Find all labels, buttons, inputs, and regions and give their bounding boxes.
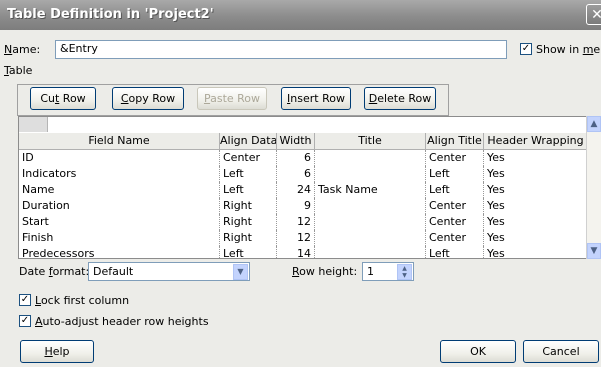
field-grid[interactable]: Field Name Align Data Width Title Align …	[18, 116, 587, 259]
table-label: Table	[4, 64, 33, 77]
header-header-wrapping[interactable]: Header Wrapping	[484, 133, 586, 150]
cell-width[interactable]: 6	[277, 166, 315, 182]
date-format-value: Default	[93, 265, 134, 278]
paste-row-button[interactable]: Paste Row	[197, 87, 267, 110]
table-definition-dialog: Table Definition in 'Project2' ✕ Name: &…	[0, 0, 601, 367]
cell-align-title[interactable]: Left	[426, 166, 484, 182]
cell-field-name[interactable]: Predecessors	[19, 246, 220, 258]
copy-row-button[interactable]: Copy Row	[112, 87, 184, 110]
name-input[interactable]: &Entry	[55, 40, 507, 59]
cell-field-name[interactable]: ID	[19, 150, 220, 166]
delete-row-button[interactable]: Delete Row	[364, 87, 436, 110]
cell-header-wrapping[interactable]: Yes	[484, 230, 586, 246]
cell-width[interactable]: 12	[277, 230, 315, 246]
grid-edit-row[interactable]	[19, 117, 586, 134]
cell-title[interactable]	[315, 198, 426, 214]
show-in-menu-label: Show in menu	[536, 43, 601, 56]
insert-row-button[interactable]: Insert Row	[281, 87, 351, 110]
auto-adjust-checkbox[interactable]: ✓	[19, 315, 31, 327]
help-button[interactable]: Help	[20, 340, 94, 363]
cell-title[interactable]: Task Name	[315, 182, 426, 198]
show-in-menu-checkbox[interactable]: ✓	[520, 43, 532, 55]
cell-field-name[interactable]: Duration	[19, 198, 220, 214]
cell-title[interactable]	[315, 214, 426, 230]
header-field-name[interactable]: Field Name	[19, 133, 220, 150]
header-align-data[interactable]: Align Data	[220, 133, 277, 150]
date-format-label: Date format:	[19, 265, 90, 278]
cell-align-data[interactable]: Left	[220, 246, 277, 258]
cell-width[interactable]: 9	[277, 198, 315, 214]
cell-align-title[interactable]: Center	[426, 214, 484, 230]
cell-align-title[interactable]: Center	[426, 230, 484, 246]
cell-title[interactable]	[315, 230, 426, 246]
grid-vertical-scrollbar[interactable]: ▲ ▼	[586, 116, 601, 259]
ok-button[interactable]: OK	[440, 340, 516, 363]
cell-header-wrapping[interactable]: Yes	[484, 198, 586, 214]
row-height-label: Row height:	[292, 265, 358, 278]
window-title: Table Definition in 'Project2'	[7, 7, 214, 22]
lock-first-column-label: Lock first column	[35, 294, 130, 307]
grid-corner	[19, 117, 48, 132]
cell-header-wrapping[interactable]: Yes	[484, 214, 586, 230]
cell-title[interactable]	[315, 150, 426, 166]
cell-align-data[interactable]: Center	[220, 150, 277, 166]
cell-width[interactable]: 12	[277, 214, 315, 230]
cell-align-data[interactable]: Left	[220, 182, 277, 198]
cell-title[interactable]	[315, 166, 426, 182]
row-height-spinner[interactable]: 1 ▲ ▼	[362, 262, 414, 281]
cell-field-name[interactable]: Finish	[19, 230, 220, 246]
cell-align-title[interactable]: Left	[426, 182, 484, 198]
cell-field-name[interactable]: Start	[19, 214, 220, 230]
cell-header-wrapping[interactable]: Yes	[484, 150, 586, 166]
cell-width[interactable]: 6	[277, 150, 315, 166]
spinner-arrows-icon[interactable]: ▲ ▼	[397, 264, 412, 280]
cut-row-button[interactable]: Cut Row	[30, 87, 96, 110]
cell-align-data[interactable]: Right	[220, 198, 277, 214]
cell-align-data[interactable]: Left	[220, 166, 277, 182]
cell-align-title[interactable]: Left	[426, 246, 484, 258]
cell-header-wrapping[interactable]: Yes	[484, 182, 586, 198]
cancel-button[interactable]: Cancel	[523, 340, 599, 363]
cell-field-name[interactable]: Indicators	[19, 166, 220, 182]
cell-width[interactable]: 14	[277, 246, 315, 258]
cell-title[interactable]	[315, 246, 426, 258]
header-title[interactable]: Title	[315, 133, 426, 150]
name-label: Name:	[4, 43, 41, 56]
cell-align-data[interactable]: Right	[220, 214, 277, 230]
lock-first-column-checkbox[interactable]: ✓	[19, 294, 31, 306]
scroll-up-icon[interactable]: ▲	[587, 116, 601, 132]
cell-align-data[interactable]: Right	[220, 230, 277, 246]
cell-width[interactable]: 24	[277, 182, 315, 198]
cell-field-name[interactable]: Name	[19, 182, 220, 198]
title-bar: Table Definition in 'Project2' ✕	[0, 0, 601, 30]
header-align-title[interactable]: Align Title	[426, 133, 484, 150]
row-height-value: 1	[367, 265, 374, 278]
header-width[interactable]: Width	[277, 133, 315, 150]
cell-header-wrapping[interactable]: Yes	[484, 246, 586, 258]
chevron-down-icon[interactable]: ▼	[233, 264, 248, 280]
close-icon[interactable]: ✕	[586, 4, 601, 25]
auto-adjust-label: Auto-adjust header row heights	[35, 315, 209, 328]
cell-align-title[interactable]: Center	[426, 198, 484, 214]
date-format-select[interactable]: Default ▼	[88, 262, 250, 281]
scroll-down-icon[interactable]: ▼	[587, 243, 601, 259]
cell-header-wrapping[interactable]: Yes	[484, 166, 586, 182]
cell-align-title[interactable]: Center	[426, 150, 484, 166]
